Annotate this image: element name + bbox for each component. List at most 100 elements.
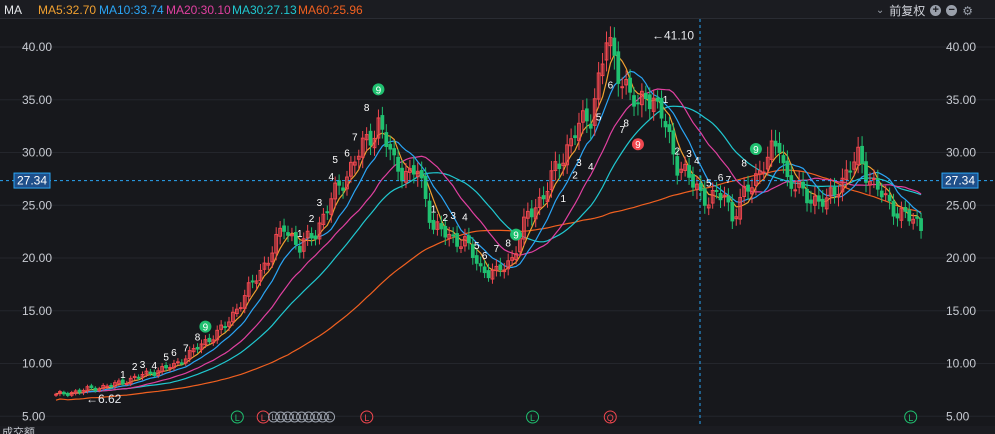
chevron-down-icon[interactable]: ⌄ [876, 5, 884, 16]
candle-body [455, 233, 459, 247]
count-label: 1 [663, 95, 669, 106]
candle-body [919, 218, 923, 231]
candle-body [820, 198, 825, 207]
candle-body [687, 165, 691, 178]
zoom-in-icon[interactable]: + [930, 5, 942, 16]
count-label: 4 [328, 172, 334, 183]
count-label: 7 [183, 343, 189, 354]
candle-body [848, 170, 853, 173]
candle-body [643, 92, 648, 100]
candle-body [61, 391, 66, 395]
candle-body [297, 246, 302, 253]
count-badge-label: 9 [376, 85, 382, 96]
candle-body [325, 211, 330, 214]
candle-body [883, 193, 888, 196]
candle-body [647, 94, 652, 110]
candle-body [616, 51, 621, 84]
ma10-label: MA10:33.74 [99, 3, 164, 17]
count-label: 5 [163, 353, 169, 364]
candle-body [761, 171, 766, 174]
count-badge-label: 9 [635, 140, 641, 151]
candle-body [588, 123, 593, 129]
volume-label: 成交额 [2, 427, 35, 434]
count-label: 3 [317, 198, 323, 209]
candle-body [816, 195, 821, 202]
candle-body [702, 188, 707, 206]
candle-body [250, 280, 255, 283]
count-label: 2 [442, 213, 448, 224]
candle-body [431, 219, 436, 230]
candle-body [89, 385, 94, 389]
count-label: 1 [120, 370, 126, 381]
candle-body [482, 266, 487, 274]
candle-body [860, 145, 864, 164]
count-label: 8 [364, 103, 370, 114]
candle-body [423, 175, 428, 199]
candle-body [109, 384, 113, 387]
adjust-type-select[interactable]: 前复权 [889, 2, 925, 19]
grid-lines [0, 46, 995, 417]
candle-body [726, 196, 731, 203]
signal-marker-label: L [364, 413, 369, 423]
count-label: 2 [309, 214, 315, 225]
count-label: 5 [332, 155, 338, 166]
count-label: 5 [474, 241, 480, 252]
candle-body [541, 195, 546, 200]
y-tick-label-right: 30.00 [946, 146, 976, 160]
candle-body [655, 97, 660, 102]
indicator-name[interactable]: MA [4, 3, 22, 17]
candlestick-chart[interactable]: 12 3 45 6 78912345678912 3 456789123 45678912 34… [0, 19, 995, 426]
candle-body [195, 346, 200, 350]
candle-body [93, 387, 98, 392]
candle-body [282, 225, 286, 232]
count-label: 7 [494, 244, 500, 255]
count-label: 3 [576, 158, 582, 169]
candle-body [789, 175, 794, 189]
count-label: 4 [462, 212, 468, 223]
candle-body [675, 156, 680, 176]
candle-body [773, 140, 778, 147]
crosshair-price-right: 27.34 [945, 174, 975, 188]
y-tick-label-right: 10.00 [946, 357, 976, 371]
y-tick-label-right: 25.00 [946, 198, 976, 212]
candle-body [832, 186, 837, 196]
y-tick-label-right: 15.00 [946, 304, 976, 318]
candle-body [341, 187, 345, 191]
candle-body [667, 124, 672, 132]
count-label: 4 [588, 162, 594, 173]
candle-body [498, 264, 503, 271]
candle-body [785, 160, 790, 178]
candle-body [388, 143, 393, 150]
count-label: 6 [482, 251, 488, 262]
count-label: 3 [140, 360, 146, 371]
candle-body [313, 235, 318, 240]
signal-markers: LLLLLLLLLLLLLQL [230, 410, 918, 424]
y-tick-label-right: 20.00 [946, 251, 976, 265]
count-label: 8 [623, 118, 629, 129]
count-label: 4 [694, 156, 700, 167]
gear-icon[interactable]: ⚙ [962, 4, 973, 18]
candle-body [466, 235, 471, 244]
candle-body [396, 156, 400, 172]
candle-body [392, 148, 397, 156]
candle-body [136, 376, 141, 379]
count-label: 1 [431, 205, 437, 216]
candle-body [176, 361, 180, 364]
candle-body [65, 392, 70, 396]
candle-body [805, 188, 809, 204]
candle-body [400, 167, 404, 182]
count-label: 5 [596, 113, 602, 124]
count-label: 6 [718, 173, 724, 184]
candle-body [903, 207, 908, 212]
candle-body [777, 142, 782, 153]
y-tick-label-left: 15.00 [22, 304, 52, 318]
zoom-out-icon[interactable]: − [946, 5, 958, 16]
signal-marker-label: Q [607, 413, 614, 423]
count-label: 6 [344, 149, 350, 160]
count-label: 2 [572, 171, 578, 182]
y-tick-label-right: 5.00 [946, 409, 970, 423]
candle-body [337, 180, 341, 186]
signal-marker-label: L [908, 413, 913, 423]
candle-body [411, 165, 416, 175]
ma30-label: MA30:27.13 [232, 3, 297, 17]
